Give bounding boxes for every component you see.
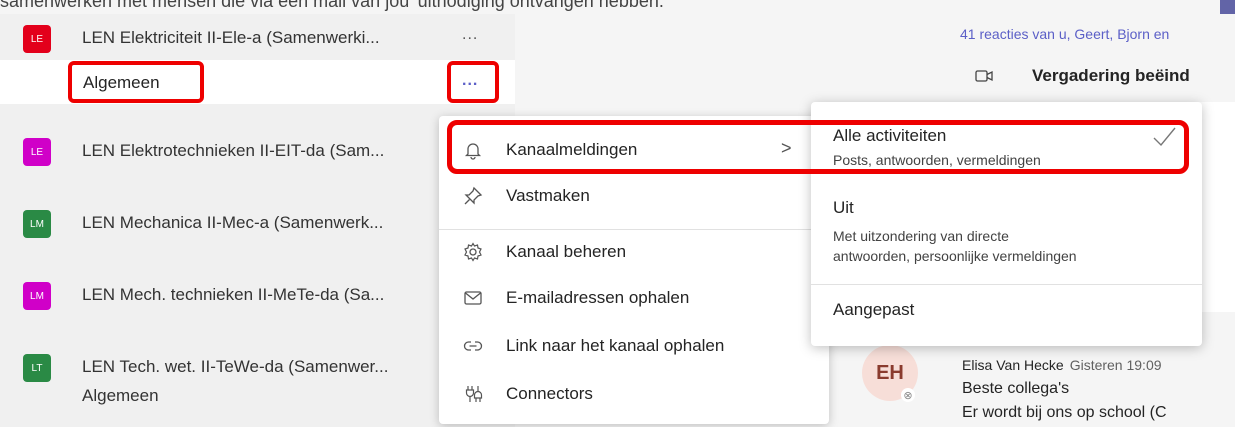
pin-icon [461,184,485,208]
more-options-icon[interactable]: ... [462,26,478,44]
option-title: Aangepast [833,300,915,319]
team-name: LEN Elektriciteit II-Ele-a (Samenwerki..… [82,28,380,47]
team-item[interactable]: LM LEN Mech. technieken II-MeTe-da (Sa..… [0,272,515,316]
highlight-box-more-options [447,61,499,103]
team-item[interactable]: LT LEN Tech. wet. II-TeWe-da (Samenwer..… [0,344,515,388]
gear-icon [461,240,485,264]
menu-item-label: Connectors [506,384,593,403]
video-camera-icon [975,70,993,82]
meeting-title: Vergadering beëind [1032,66,1190,85]
team-avatar: LE [23,138,51,166]
link-icon [461,334,485,358]
team-avatar: LM [23,282,51,310]
team-name: LEN Elektrotechnieken II-EIT-da (Sam... [82,141,385,160]
highlight-box-channel [68,61,204,103]
menu-item-pin[interactable]: Vastmaken [439,176,829,220]
menu-item-connectors[interactable]: Connectors [439,372,829,416]
team-name: LEN Tech. wet. II-TeWe-da (Samenwer... [82,357,389,376]
message-author[interactable]: Elisa Van Hecke [962,357,1064,373]
teams-sidebar: LE LEN Elektriciteit II-Ele-a (Samenwerk… [0,14,515,427]
team-name: LEN Mechanica II-Mec-a (Samenwerk... [82,213,384,232]
status-icon: ⊗ [901,388,915,402]
option-title: Uit [833,198,854,217]
menu-item-label: E-mailadressen ophalen [506,288,690,307]
menu-item-manage-channel[interactable]: Kanaal beheren [439,230,829,274]
menu-item-label: Vastmaken [506,186,590,205]
message-text: Beste collega's [962,380,1070,397]
team-avatar: LM [23,210,51,238]
channel-row-selected[interactable]: Algemeen ... [0,60,515,104]
message-time: Gisteren 19:09 [1069,357,1162,373]
option-description: antwoorden, persoonlijke vermeldingen [833,248,1077,264]
option-description: Met uitzondering van directe [833,228,1009,244]
mail-icon [461,286,485,310]
team-item[interactable]: LM LEN Mechanica II-Mec-a (Samenwerk... [0,200,515,244]
team-item[interactable]: LE LEN Elektriciteit II-Ele-a (Samenwerk… [0,14,515,58]
team-item[interactable]: LE LEN Elektrotechnieken II-EIT-da (Sam.… [0,128,515,172]
menu-item-get-link[interactable]: Link naar het kanaal ophalen [439,324,829,368]
app-bar-edge [1220,0,1235,14]
highlight-box-notifications [447,120,1189,174]
connectors-icon [461,382,485,406]
menu-item-label: Link naar het kanaal ophalen [506,336,725,355]
top-cropped-area: samenwerken met mensen die via een mail … [0,0,1235,14]
team-name: LEN Mech. technieken II-MeTe-da (Sa... [82,285,385,304]
channel-name[interactable]: Algemeen [82,386,159,406]
message-header: Elisa Van Hecke Gisteren 19:09 [962,357,1162,373]
submenu-divider [811,284,1202,285]
menu-item-label: Kanaal beheren [506,242,627,261]
team-avatar: LT [23,354,51,382]
top-partial-text: samenwerken met mensen die via een mail … [0,0,668,11]
menu-item-get-email[interactable]: E-mailadressen ophalen [439,276,829,320]
replies-link[interactable]: 41 reacties van u, Geert, Bjorn en [960,26,1169,42]
team-avatar: LE [23,25,51,53]
message-text: Er wordt bij ons op school (C [962,404,1167,421]
